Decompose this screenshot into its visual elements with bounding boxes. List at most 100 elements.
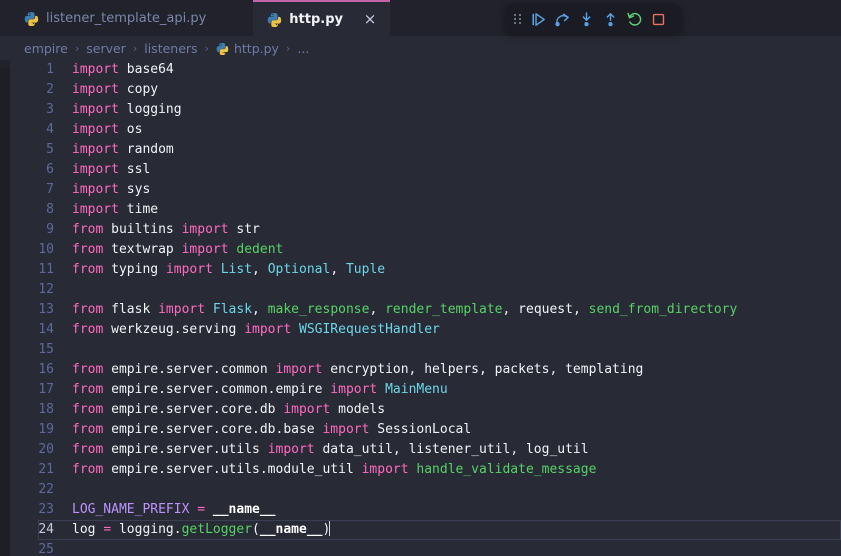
token: str xyxy=(228,222,260,237)
restart-icon xyxy=(626,12,641,26)
code-line[interactable]: 1 import base64 xyxy=(10,60,841,80)
continue-button[interactable] xyxy=(526,7,550,31)
code-line[interactable]: 10 from textwrap import dedent xyxy=(10,240,841,260)
step-into-button[interactable] xyxy=(574,7,598,31)
code-line[interactable]: 23 LOG_NAME_PREFIX = __name__ xyxy=(10,500,841,520)
python-file-icon xyxy=(24,11,39,26)
code-line[interactable]: 2 import copy xyxy=(10,80,841,100)
token: import xyxy=(165,262,213,277)
token: from xyxy=(72,262,104,277)
step-into-icon xyxy=(582,11,590,26)
token: empire.server.utils xyxy=(103,442,268,457)
breadcrumb-item-overflow[interactable]: ... xyxy=(295,41,311,56)
code-text: from typing import List, Optional, Tuple xyxy=(72,260,841,280)
token: , xyxy=(369,302,386,317)
breadcrumb-item-empire[interactable]: empire xyxy=(22,41,70,56)
code-text: from empire.server.utils import data_uti… xyxy=(72,440,841,460)
token: empire.server.core.db xyxy=(103,402,284,417)
line-number: 19 xyxy=(38,422,54,437)
token: empire.server.core.db.base xyxy=(103,422,323,437)
token: MainMenu xyxy=(385,382,448,397)
code-text: from flask import Flask, make_response, … xyxy=(72,300,841,320)
code-line[interactable]: 25 xyxy=(10,540,841,556)
code-line[interactable]: 6 import ssl xyxy=(10,160,841,180)
token: List xyxy=(220,262,253,277)
token: import xyxy=(72,202,119,217)
tab-http-py[interactable]: http.py × xyxy=(253,0,390,36)
token: logging xyxy=(118,102,182,117)
breadcrumb-label: empire xyxy=(24,40,68,56)
token: getLogger xyxy=(181,522,253,537)
token: copy xyxy=(118,82,159,97)
step-over-button[interactable] xyxy=(550,7,574,31)
breadcrumb-item-http-py[interactable]: http.py xyxy=(214,41,281,56)
code-line[interactable]: 15 xyxy=(10,340,841,360)
code-line[interactable]: 13 from flask import Flask, make_response… xyxy=(10,300,841,320)
line-number: 15 xyxy=(38,342,54,357)
token: = xyxy=(103,522,112,537)
code-line[interactable]: 9 from builtins import str xyxy=(10,220,841,240)
python-file-icon xyxy=(268,12,282,27)
token: Flask xyxy=(212,302,253,317)
line-number: 11 xyxy=(38,262,54,277)
code-text: from builtins import str xyxy=(72,220,841,240)
code-line[interactable]: 22 xyxy=(10,480,841,500)
code-line[interactable]: 11 from typing import List, Optional, Tup… xyxy=(10,260,841,280)
line-number: 16 xyxy=(38,362,54,377)
token: , xyxy=(252,262,268,277)
token: Optional xyxy=(267,262,331,277)
tab-listener-template-api[interactable]: listener_template_api.py × xyxy=(10,0,254,36)
tab-label: listener_template_api.py xyxy=(46,10,207,26)
code-line[interactable]: 14 from werkzeug.serving import WSGIReque… xyxy=(10,320,841,340)
code-text: from empire.server.utils.module_util imp… xyxy=(72,460,841,480)
breadcrumb-item-server[interactable]: server xyxy=(84,41,128,56)
line-number: 7 xyxy=(46,182,54,197)
line-number: 9 xyxy=(46,222,54,237)
restart-button[interactable] xyxy=(622,7,646,31)
token: import xyxy=(72,82,119,97)
token: encryption, helpers, packets, templating xyxy=(322,362,644,377)
code-line[interactable]: 7 import sys xyxy=(10,180,841,200)
token: from xyxy=(72,322,104,337)
token: empire.server.common xyxy=(103,362,276,377)
code-line[interactable]: 16 from empire.server.common import encry… xyxy=(10,360,841,380)
code-text: import os xyxy=(72,120,841,140)
token: = xyxy=(197,502,206,517)
code-line[interactable]: 8 import time xyxy=(10,200,841,220)
code-line[interactable]: 3 import logging xyxy=(10,100,841,120)
breadcrumb-separator: › xyxy=(132,41,138,55)
token: dedent xyxy=(236,242,284,257)
code-line[interactable]: 19 from empire.server.core.db.base import… xyxy=(10,420,841,440)
breadcrumb-label: listeners xyxy=(144,40,198,56)
code-text: import sys xyxy=(72,180,841,200)
editor-tab-bar: listener_template_api.py × http.py × xyxy=(0,0,841,36)
code-text: import ssl xyxy=(72,160,841,180)
code-line[interactable]: 20 from empire.server.utils import data_u… xyxy=(10,440,841,460)
token: empire.server.utils.module_util xyxy=(103,462,362,477)
line-number: 8 xyxy=(46,202,54,217)
drag-handle-icon[interactable] xyxy=(509,7,525,31)
line-number: 23 xyxy=(38,502,54,517)
code-line[interactable]: 17 from empire.server.common.empire impor… xyxy=(10,380,841,400)
token: import xyxy=(181,242,229,257)
close-icon[interactable]: × xyxy=(362,11,378,27)
code-text: log = logging.getLogger(__name__) xyxy=(72,520,841,540)
code-line[interactable]: 24 log = logging.getLogger(__name__) xyxy=(10,520,841,540)
token: time xyxy=(118,202,159,217)
token: SessionLocal xyxy=(369,422,472,437)
step-out-button[interactable] xyxy=(598,7,622,31)
sidebar-edge-strip xyxy=(0,68,10,556)
code-line[interactable]: 12 xyxy=(10,280,841,300)
code-editor[interactable]: 1 import base64 2 import copy 3 import loggin… xyxy=(10,60,841,556)
code-text: import logging xyxy=(72,100,841,120)
code-line[interactable]: 5 import random xyxy=(10,140,841,160)
stop-button[interactable] xyxy=(646,7,670,31)
continue-icon xyxy=(531,12,545,26)
code-line[interactable]: 21 from empire.server.utils.module_util i… xyxy=(10,460,841,480)
token: empire.server.common.empire xyxy=(103,382,331,397)
code-line[interactable]: 18 from empire.server.core.db import mode… xyxy=(10,400,841,420)
breadcrumb-item-listeners[interactable]: listeners xyxy=(142,41,199,56)
code-line[interactable]: 4 import os xyxy=(10,120,841,140)
token: request xyxy=(518,302,573,317)
